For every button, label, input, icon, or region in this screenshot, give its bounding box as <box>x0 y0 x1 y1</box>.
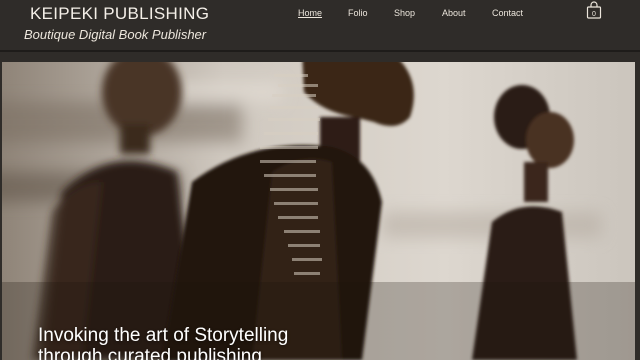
hero-banner: Invoking the art of Storytelling through… <box>2 62 635 360</box>
hero-heading-line-1: Invoking the art of Storytelling <box>38 325 289 346</box>
header-divider <box>0 50 640 52</box>
nav-home[interactable]: Home <box>298 8 322 18</box>
cart-count: 0 <box>592 11 596 18</box>
shopping-bag-icon: 0 <box>586 1 602 19</box>
site-header: KEIPEKI PUBLISHING Boutique Digital Book… <box>0 0 640 50</box>
site-tagline: Boutique Digital Book Publisher <box>24 27 207 42</box>
main-nav: Home Folio Shop About Contact <box>0 8 640 22</box>
nav-folio[interactable]: Folio <box>348 8 368 18</box>
hero-image <box>2 62 635 360</box>
hero-heading: Invoking the art of Storytelling through… <box>38 325 288 360</box>
nav-contact[interactable]: Contact <box>492 8 523 18</box>
hero-heading-line-2: through curated publishing <box>38 346 262 360</box>
nav-shop[interactable]: Shop <box>394 8 415 18</box>
nav-about[interactable]: About <box>442 8 466 18</box>
cart-button[interactable]: 0 <box>586 1 602 19</box>
